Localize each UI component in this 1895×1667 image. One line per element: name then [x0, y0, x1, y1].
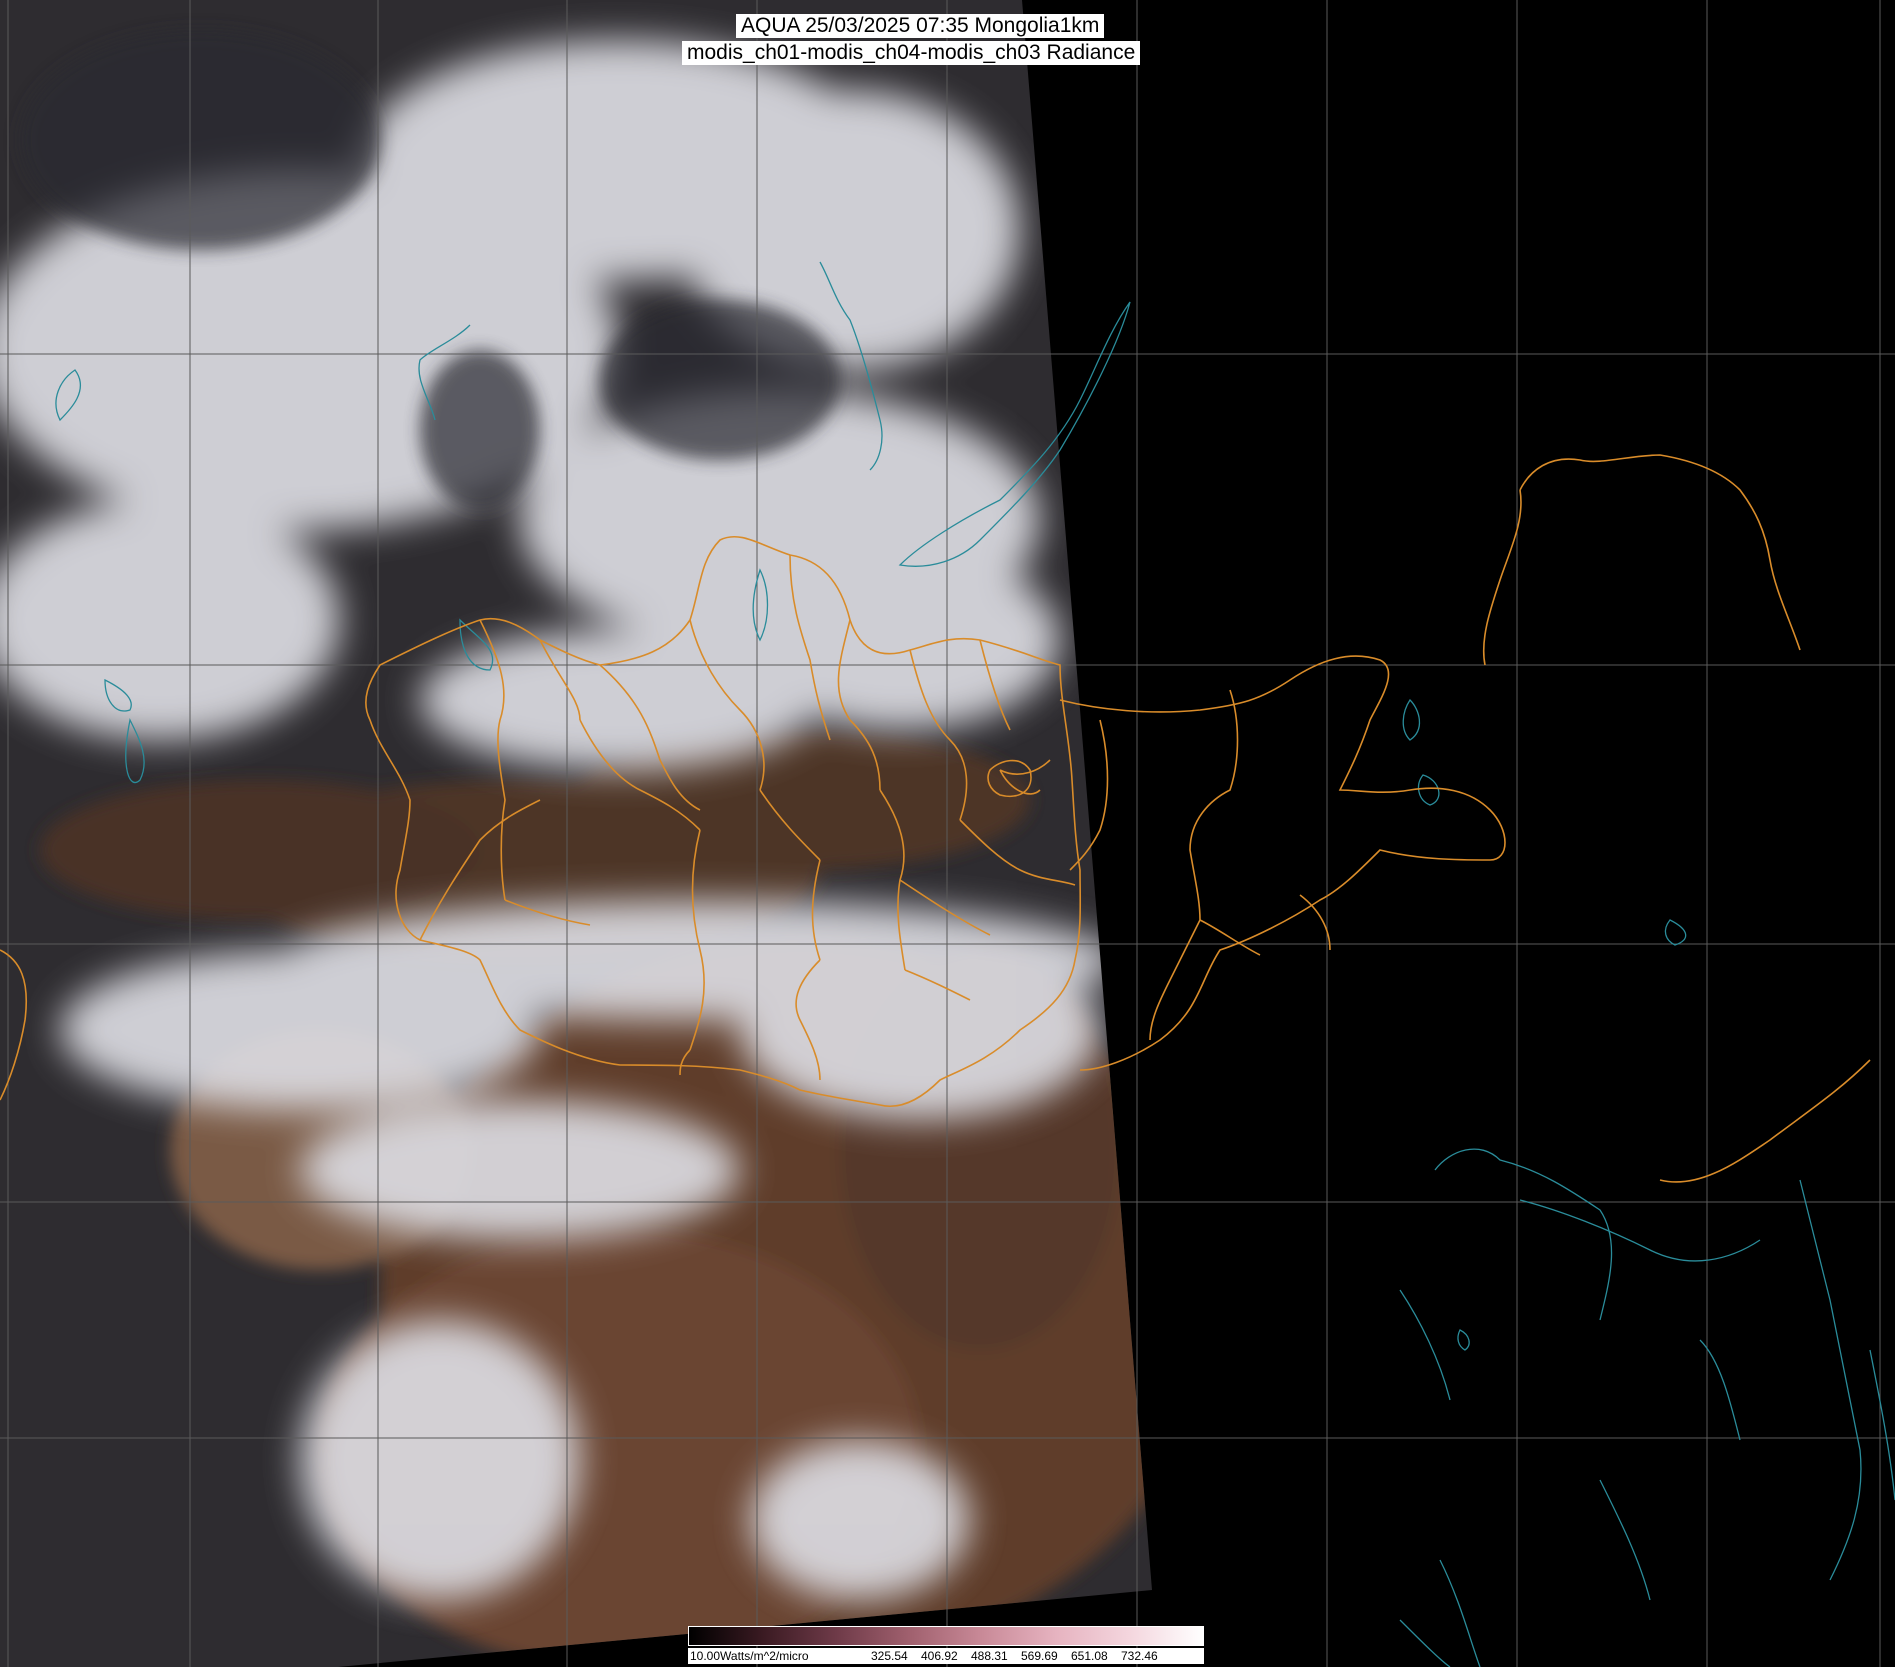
- colorbar: 10.00Watts/m^2/micro 325.54 406.92 488.3…: [688, 1626, 1204, 1664]
- map-title: AQUA 25/03/2025 07:35 Mongolia1km: [736, 14, 1105, 38]
- colorbar-labels: 10.00Watts/m^2/micro 325.54 406.92 488.3…: [688, 1648, 1204, 1664]
- satellite-map: [0, 0, 1895, 1667]
- colorbar-tick: 325.54: [871, 1649, 908, 1663]
- colorbar-tick: 732.46: [1121, 1649, 1158, 1663]
- colorbar-tick: 651.08: [1071, 1649, 1108, 1663]
- colorbar-ramp: [688, 1626, 1204, 1646]
- map-subtitle: modis_ch01-modis_ch04-modis_ch03 Radianc…: [682, 41, 1141, 65]
- colorbar-tick: 406.92: [921, 1649, 958, 1663]
- colorbar-unit-label: 10.00Watts/m^2/micro: [690, 1649, 809, 1663]
- colorbar-tick: 488.31: [971, 1649, 1008, 1663]
- colorbar-tick: 569.69: [1021, 1649, 1058, 1663]
